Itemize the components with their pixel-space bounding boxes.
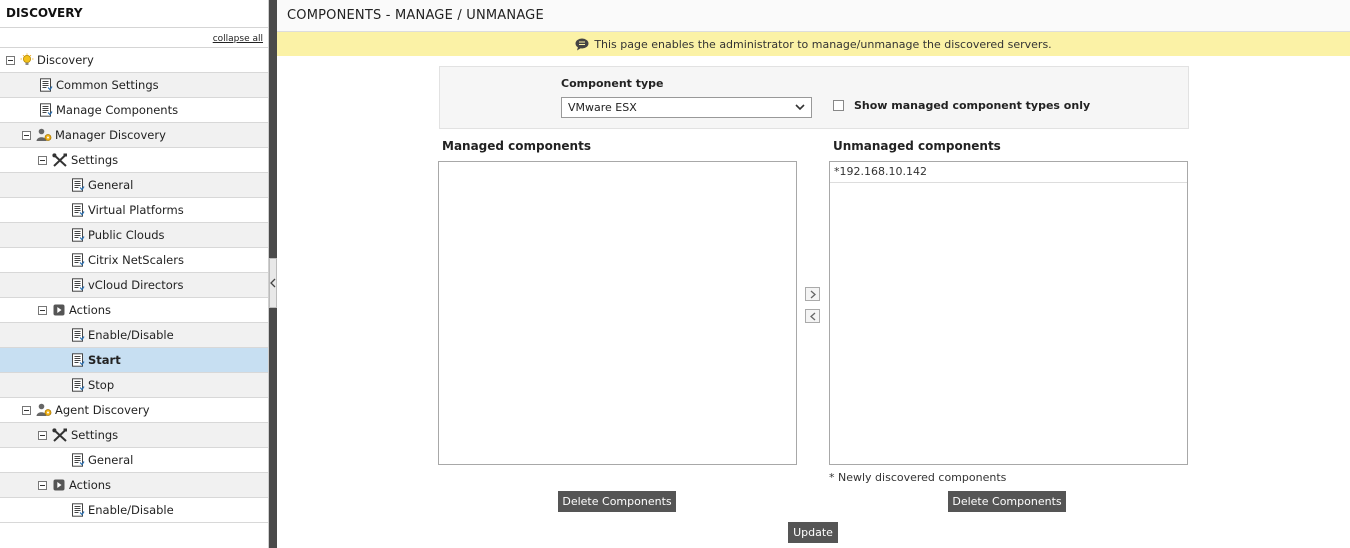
sidebar-item-label: Virtual Platforms [88, 203, 184, 217]
page-icon [71, 178, 85, 192]
sidebar-item-settings[interactable]: Settings [0, 423, 268, 448]
speech-bubble-icon [575, 38, 589, 50]
unmanaged-components-list[interactable]: *192.168.10.142 [829, 161, 1188, 465]
sidebar-item-stop[interactable]: Stop [0, 373, 268, 398]
sidebar-item-label: Actions [69, 478, 112, 492]
chevron-right-icon [810, 290, 816, 298]
chevron-down-icon [795, 104, 805, 111]
update-button[interactable]: Update [788, 522, 838, 543]
collapse-toggle-icon[interactable] [6, 55, 15, 65]
page-icon [71, 503, 85, 517]
sidebar-item-virtual-platforms[interactable]: Virtual Platforms [0, 198, 268, 223]
sidebar-item-label: Actions [69, 303, 112, 317]
discovery-tree: Discovery Common Settings Manage Component… [0, 48, 268, 523]
sidebar-item-label: vCloud Directors [88, 278, 184, 292]
delete-managed-components-button[interactable]: Delete Components [558, 491, 676, 512]
page-title: COMPONENTS - MANAGE / UNMANAGE [277, 0, 1350, 32]
collapse-toggle-icon[interactable] [22, 405, 31, 415]
info-text: This page enables the administrator to m… [594, 37, 1052, 51]
move-to-managed-button[interactable] [805, 309, 820, 323]
show-managed-toggle[interactable]: Show managed component types only [833, 99, 1090, 112]
list-item[interactable]: *192.168.10.142 [830, 162, 1187, 183]
collapse-all-link[interactable]: collapse all [213, 34, 263, 44]
page-icon [71, 328, 85, 342]
sidebar-title: DISCOVERY [0, 0, 268, 28]
collapse-row: collapse all [0, 28, 268, 48]
delete-unmanaged-components-button[interactable]: Delete Components [948, 491, 1066, 512]
sidebar-item-label: Manager Discovery [55, 128, 166, 142]
sidebar-item-label: Common Settings [56, 78, 159, 92]
managed-components-list[interactable] [438, 161, 797, 465]
page-icon [71, 278, 85, 292]
sidebar-item-label: Settings [71, 153, 119, 167]
sidebar-item-vcloud-directors[interactable]: vCloud Directors [0, 273, 268, 298]
sidebar-item-settings[interactable]: Settings [0, 148, 268, 173]
tools-icon [52, 153, 68, 167]
sidebar-item-label: Enable/Disable [88, 503, 174, 517]
sidebar-item-citrix-netscalers[interactable]: Citrix NetScalers [0, 248, 268, 273]
page-icon [71, 253, 85, 267]
sidebar-item-manager-discovery[interactable]: Manager Discovery [0, 123, 268, 148]
page-icon [71, 228, 85, 242]
page-icon [71, 203, 85, 217]
page-icon [39, 103, 53, 117]
play-icon [52, 478, 66, 492]
show-managed-checkbox[interactable] [833, 100, 844, 111]
page-icon [39, 78, 53, 92]
sidebar-item-label: Discovery [37, 53, 94, 67]
sidebar-item-label: Citrix NetScalers [88, 253, 184, 267]
main-panel: COMPONENTS - MANAGE / UNMANAGE This page… [277, 0, 1350, 548]
sidebar-item-label: Settings [71, 428, 119, 442]
sidebar-item-enable-disable[interactable]: Enable/Disable [0, 323, 268, 348]
component-type-panel: Component type VMware ESX Show managed c… [439, 66, 1189, 129]
collapse-toggle-icon[interactable] [38, 430, 47, 440]
user-gear-icon [36, 128, 52, 142]
sidebar-item-label: Manage Components [56, 103, 179, 117]
page-icon [71, 378, 85, 392]
info-banner: This page enables the administrator to m… [277, 32, 1350, 56]
sidebar-item-manage-components[interactable]: Manage Components [0, 98, 268, 123]
sidebar-item-label: Start [88, 353, 121, 367]
lightbulb-icon [20, 53, 34, 67]
sidebar-item-label: General [88, 178, 134, 192]
sidebar-item-general[interactable]: General [0, 448, 268, 473]
user-gear-icon [36, 403, 52, 417]
chevron-left-icon [809, 312, 815, 320]
play-icon [52, 303, 66, 317]
collapse-toggle-icon[interactable] [38, 155, 47, 165]
component-type-select[interactable]: VMware ESX [561, 97, 812, 118]
collapse-toggle-icon[interactable] [22, 130, 31, 140]
collapse-toggle-icon[interactable] [38, 480, 47, 490]
unmanaged-components-title: Unmanaged components [833, 139, 1001, 153]
sidebar-item-agent-discovery[interactable]: Agent Discovery [0, 398, 268, 423]
sidebar-item-label: Enable/Disable [88, 328, 174, 342]
page-icon [71, 353, 85, 367]
tools-icon [52, 428, 68, 442]
sidebar-item-public-clouds[interactable]: Public Clouds [0, 223, 268, 248]
sidebar: DISCOVERY collapse all Discovery Common S… [0, 0, 269, 548]
newly-discovered-footnote: * Newly discovered components [829, 471, 1007, 484]
page-icon [71, 453, 85, 467]
sidebar-item-actions[interactable]: Actions [0, 298, 268, 323]
sidebar-item-common-settings[interactable]: Common Settings [0, 73, 268, 98]
sidebar-item-enable-disable[interactable]: Enable/Disable [0, 498, 268, 523]
sidebar-item-label: Stop [88, 378, 115, 392]
sidebar-item-actions[interactable]: Actions [0, 473, 268, 498]
component-type-value: VMware ESX [568, 101, 637, 114]
managed-components-title: Managed components [442, 139, 591, 153]
sidebar-item-label: General [88, 453, 134, 467]
collapse-sidebar-handle[interactable] [269, 258, 277, 308]
sidebar-item-label: Agent Discovery [55, 403, 150, 417]
chevron-left-icon [270, 278, 276, 288]
component-type-label: Component type [561, 77, 664, 90]
show-managed-label: Show managed component types only [854, 99, 1091, 112]
sidebar-item-discovery[interactable]: Discovery [0, 48, 268, 73]
sidebar-item-general[interactable]: General [0, 173, 268, 198]
move-to-unmanaged-button[interactable] [805, 287, 820, 301]
sidebar-item-label: Public Clouds [88, 228, 165, 242]
collapse-toggle-icon[interactable] [38, 305, 47, 315]
sidebar-item-start[interactable]: Start [0, 348, 268, 373]
